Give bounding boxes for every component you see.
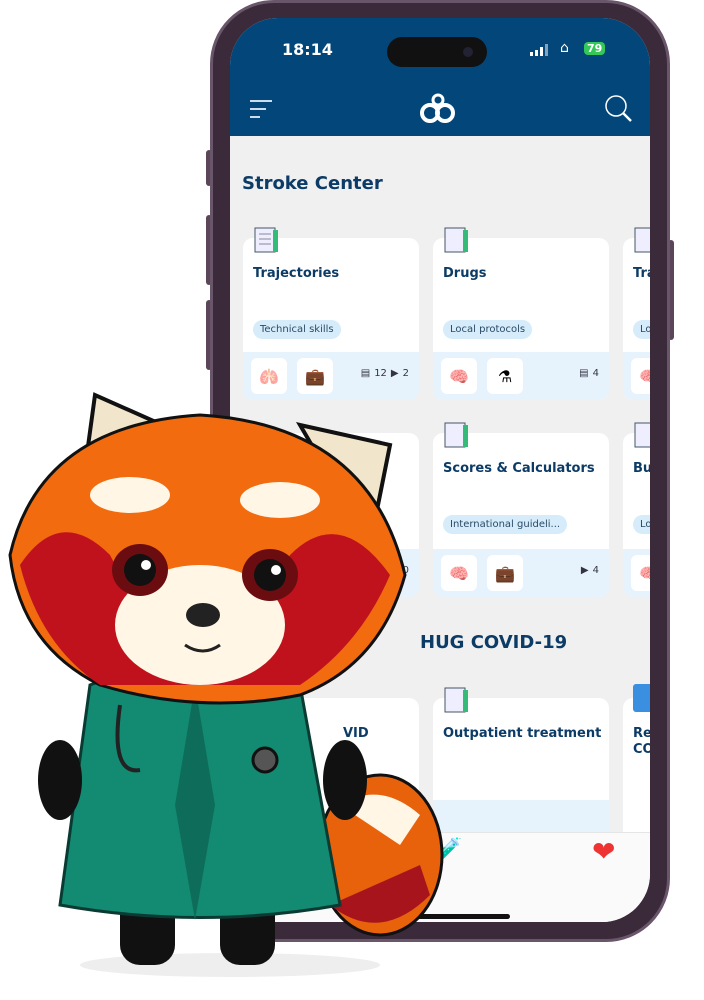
card-tag: Local protocols (443, 320, 533, 339)
card-tag: Lo (633, 320, 650, 339)
battery-indicator: 79 (584, 42, 606, 55)
doc-count: 4 (592, 368, 599, 379)
document-icon: ▤ (360, 368, 371, 379)
video-count: 2 (402, 368, 409, 379)
signal-icon (530, 44, 548, 56)
card-tag: International guideli... (443, 515, 568, 534)
app-logo[interactable] (418, 92, 460, 124)
heart-icon[interactable]: ❤ (592, 835, 615, 868)
notebook-icon (634, 227, 650, 253)
card-title: Trajectories (253, 266, 340, 281)
card-outpatient-treatment[interactable]: Outpatient treatment (433, 687, 609, 848)
card-tag: Lo (633, 515, 650, 534)
card-title: Drugs (443, 266, 487, 281)
dynamic-island (387, 37, 487, 67)
camera-icon (463, 47, 473, 57)
card-scores-calculators[interactable]: Scores & Calculators International guide… (433, 422, 609, 597)
menu-icon[interactable] (250, 100, 272, 124)
card-partial[interactable]: Re CO (623, 684, 650, 848)
card-title: Bu (633, 461, 650, 476)
wifi-icon: ⌂ (560, 40, 569, 56)
card-title: Tra (633, 266, 650, 281)
card-partial[interactable]: Bu Lo 🧠 (623, 422, 650, 597)
card-title: Outpatient treatment (443, 726, 602, 741)
video-count: 4 (592, 565, 599, 576)
brain-search-icon: 🧠 (631, 555, 650, 591)
search-icon[interactable] (604, 94, 634, 124)
section-title: Stroke Center (242, 173, 383, 194)
card-title: Scores & Calculators (443, 461, 595, 476)
folder-icon (633, 684, 650, 712)
document-icon: ▤ (579, 368, 589, 379)
video-icon: ▶ (580, 565, 589, 576)
medical-kit-icon: 💼 (487, 555, 523, 591)
card-title: Re CO (633, 726, 650, 757)
red-panda-mascot (8, 392, 444, 977)
video-icon: ▶ (390, 368, 399, 379)
doc-count: 12 (374, 368, 387, 379)
brain-search-icon: 🧠 (631, 358, 650, 394)
lab-pills-icon: ⚗ (487, 358, 523, 394)
app-header: 18:14 ⌂ 79 (230, 18, 650, 136)
card-trajectories[interactable]: Trajectories Technical skills 🫁 💼 ▤ 12 ▶ 2 (243, 227, 419, 400)
card-tag: Technical skills (253, 320, 341, 339)
notebook-icon (444, 227, 468, 253)
card-partial[interactable]: Tra Lo 🧠 (623, 227, 650, 400)
card-drugs[interactable]: Drugs Local protocols 🧠 ⚗ ▤ 4 (433, 227, 609, 400)
status-time: 18:14 (282, 40, 333, 59)
notebook-icon (254, 227, 278, 253)
notebook-icon (634, 422, 650, 448)
